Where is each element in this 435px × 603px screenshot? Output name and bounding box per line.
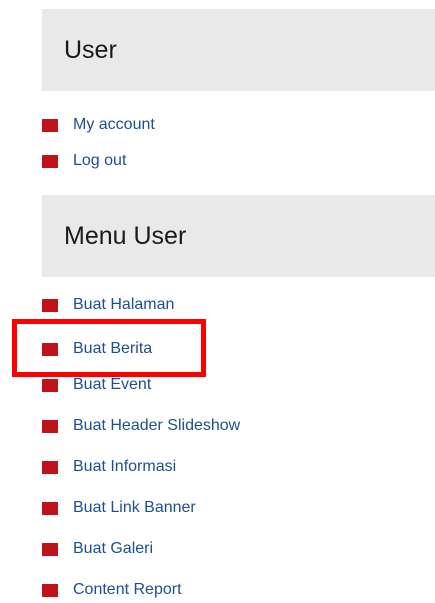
buat-galeri-link[interactable]: Buat Galeri [73,540,153,558]
user-block-title: User [42,9,435,91]
buat-header-slideshow-link[interactable]: Buat Header Slideshow [73,417,240,435]
square-bullet-icon [42,378,58,392]
buat-event-link[interactable]: Buat Event [73,376,151,394]
buat-informasi-link[interactable]: Buat Informasi [73,458,176,476]
user-block-title-text: User [64,35,117,64]
menu-user-block-title: Menu User [42,195,435,277]
buat-berita-link[interactable]: Buat Berita [73,340,152,358]
buat-link-banner-link[interactable]: Buat Link Banner [73,499,196,517]
square-bullet-icon [42,583,58,597]
log-out-link[interactable]: Log out [73,152,126,170]
square-bullet-icon [42,460,58,474]
content-report-link[interactable]: Content Report [73,581,182,599]
square-bullet-icon [42,342,58,356]
square-bullet-icon [42,298,58,312]
square-bullet-icon [42,154,58,168]
square-bullet-icon [42,419,58,433]
square-bullet-icon [42,118,58,132]
menu-user-block-title-text: Menu User [64,221,187,250]
my-account-link[interactable]: My account [73,116,155,134]
buat-halaman-link[interactable]: Buat Halaman [73,296,174,314]
square-bullet-icon [42,501,58,515]
square-bullet-icon [42,542,58,556]
